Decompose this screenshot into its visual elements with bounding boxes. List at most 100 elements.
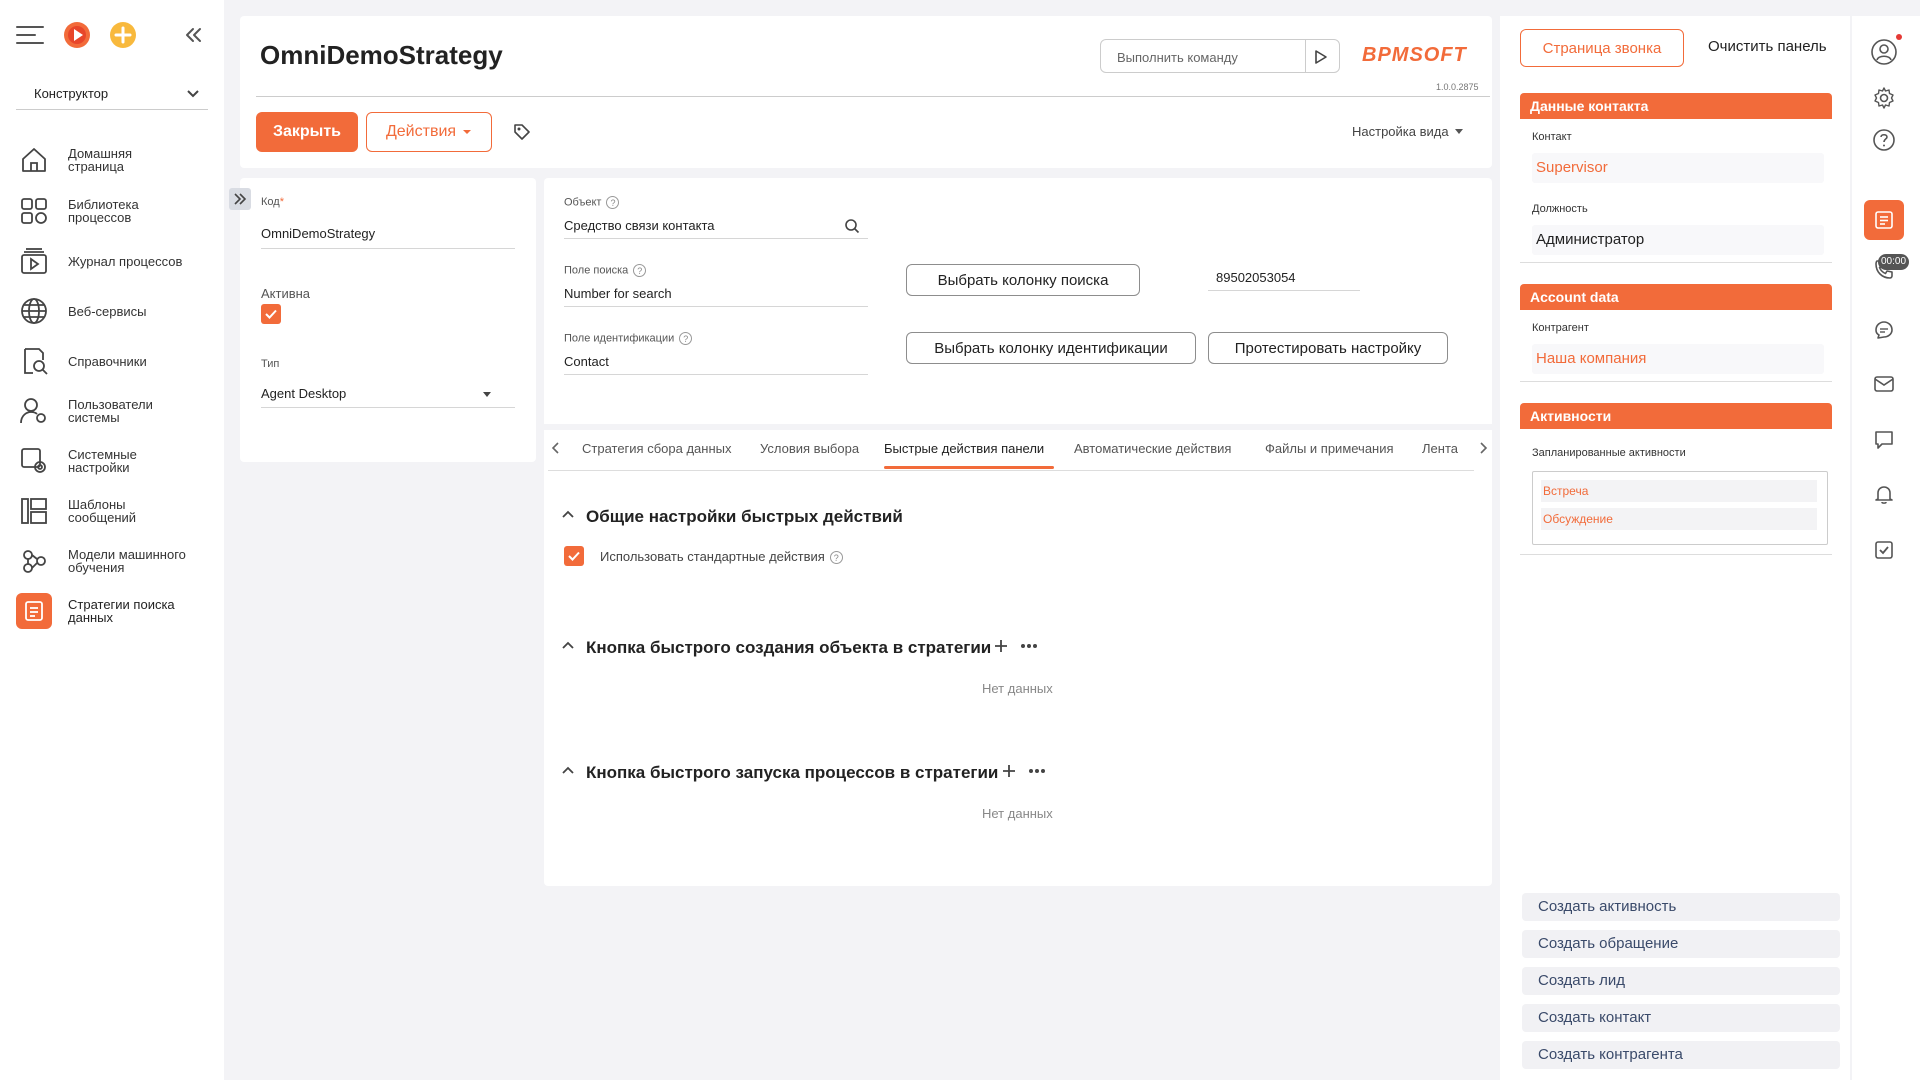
activity-item[interactable]: Встреча: [1541, 480, 1817, 502]
globe-icon: [16, 293, 52, 329]
comment-icon[interactable]: [1864, 420, 1904, 460]
tab-panel-quick-actions[interactable]: Быстрые действия панели: [884, 441, 1044, 456]
help-circle-icon[interactable]: [1864, 120, 1904, 160]
nav-item-ml-models[interactable]: Модели машинного обучения: [16, 539, 216, 583]
run-process-icon[interactable]: [63, 21, 91, 49]
more-options-icon[interactable]: [1028, 768, 1046, 774]
collapse-section-icon[interactable]: [562, 641, 574, 649]
nav-item-templates[interactable]: Шаблоны сообщений: [16, 489, 216, 533]
gear-icon[interactable]: [1864, 78, 1904, 118]
add-icon[interactable]: [109, 21, 137, 49]
search-icon[interactable]: [844, 218, 860, 234]
bell-icon[interactable]: [1864, 474, 1904, 514]
nav-item-system-settings[interactable]: Системные настройки: [16, 439, 216, 483]
nav-item-web-services[interactable]: Веб-сервисы: [16, 289, 216, 333]
actions-button[interactable]: Действия: [366, 112, 492, 152]
play-icon[interactable]: [1313, 49, 1329, 65]
choose-search-column-button[interactable]: Выбрать колонку поиска: [906, 264, 1140, 296]
tab-feed[interactable]: Лента: [1422, 441, 1458, 456]
create-contact-button[interactable]: Создать контакт: [1522, 1004, 1840, 1032]
nav-item-process-library[interactable]: Библиотека процессов: [16, 189, 216, 233]
search-field-label-text: Поле поиска: [564, 264, 629, 277]
account-field[interactable]: Наша компания: [1532, 344, 1824, 374]
nav-label-2: обучения: [68, 560, 125, 575]
contact-value[interactable]: Supervisor: [1536, 159, 1608, 176]
help-icon[interactable]: ?: [829, 551, 843, 565]
collapse-section-icon[interactable]: [562, 766, 574, 774]
account-data-box: Контрагент Наша компания: [1520, 310, 1832, 382]
activity-item[interactable]: Обсуждение: [1541, 508, 1817, 530]
add-icon[interactable]: [993, 638, 1009, 654]
create-activity-button[interactable]: Создать активность: [1522, 893, 1840, 921]
create-case-button[interactable]: Создать обращение: [1522, 930, 1840, 958]
field-underline: [564, 374, 868, 375]
test-settings-button[interactable]: Протестировать настройку: [1208, 332, 1448, 364]
call-page-button[interactable]: Страница звонка: [1520, 29, 1684, 67]
communication-panel-icon[interactable]: [1864, 200, 1904, 240]
more-options-icon[interactable]: [1020, 643, 1038, 649]
divider: [256, 96, 1490, 97]
tabs-scroll-right-icon[interactable]: [1478, 441, 1488, 455]
chat-icon[interactable]: [1864, 310, 1904, 350]
tab-data-collection[interactable]: Стратегия сбора данных: [582, 441, 731, 456]
create-account-button[interactable]: Создать контрагента: [1522, 1041, 1840, 1069]
call-timer: 00:00: [1878, 254, 1910, 270]
command-line[interactable]: Выполнить команду: [1100, 39, 1340, 73]
users-icon: [16, 393, 52, 429]
phone-value[interactable]: 89502053054: [1216, 270, 1296, 285]
account-label: Контрагент: [1532, 322, 1589, 334]
expand-panel-icon[interactable]: [229, 188, 251, 210]
create-lead-button[interactable]: Создать лид: [1522, 967, 1840, 995]
clear-panel-button[interactable]: Очистить панель: [1708, 38, 1827, 55]
help-icon[interactable]: ?: [633, 264, 647, 277]
nav-label: Веб-сервисы: [68, 303, 147, 319]
id-field[interactable]: Contact: [564, 354, 609, 369]
add-icon[interactable]: [1001, 763, 1017, 779]
nav-item-home[interactable]: Домашняя страница: [16, 138, 216, 182]
contact-field[interactable]: Supervisor: [1532, 153, 1824, 183]
account-value[interactable]: Наша компания: [1536, 350, 1646, 367]
search-strategies-icon: [16, 593, 52, 629]
command-input[interactable]: Выполнить команду: [1117, 50, 1238, 65]
divider: [548, 470, 1474, 471]
type-dropdown[interactable]: Agent Desktop: [261, 382, 515, 408]
field-underline: [564, 306, 868, 307]
checkmark-icon: [568, 551, 580, 561]
workplace-dropdown-label: Конструктор: [34, 86, 109, 101]
close-button[interactable]: Закрыть: [256, 112, 358, 152]
active-checkbox[interactable]: [261, 304, 281, 324]
collapse-section-icon[interactable]: [562, 510, 574, 518]
nav-item-process-log[interactable]: Журнал процессов: [16, 239, 216, 283]
nav-item-search-strategies[interactable]: Стратегии поиска данных: [16, 589, 216, 633]
left-sidebar: Конструктор Домашняя страница Библиотека п…: [0, 0, 224, 1080]
divider: [544, 424, 1492, 430]
view-settings-dropdown[interactable]: Настройка вида: [1352, 124, 1463, 139]
field-underline: [564, 238, 868, 239]
use-standard-checkbox[interactable]: [564, 546, 584, 566]
tab-selection-conditions[interactable]: Условия выбора: [760, 441, 859, 456]
collapse-menu-icon[interactable]: [184, 26, 202, 44]
help-icon[interactable]: ?: [606, 196, 620, 209]
position-field[interactable]: Администратор: [1532, 225, 1824, 255]
section-title-general: Общие настройки быстрых действий: [586, 507, 903, 526]
code-field[interactable]: OmniDemoStrategy: [261, 226, 375, 241]
object-field[interactable]: Средство связи контакта: [564, 218, 715, 233]
position-value: Администратор: [1536, 231, 1645, 248]
search-field[interactable]: Number for search: [564, 286, 672, 301]
tag-icon[interactable]: [512, 122, 532, 142]
nav-item-users[interactable]: Пользователи системы: [16, 389, 216, 433]
email-icon[interactable]: [1864, 364, 1904, 404]
empty-state-text: Нет данных: [982, 806, 1053, 821]
tabs-scroll-left-icon[interactable]: [551, 441, 561, 455]
section-title-create-object: Кнопка быстрого создания объекта в страт…: [586, 638, 992, 657]
tab-files-notes[interactable]: Файлы и примечания: [1265, 441, 1394, 456]
activities-list: Встреча Обсуждение: [1532, 471, 1828, 545]
choose-id-column-button[interactable]: Выбрать колонку идентификации: [906, 332, 1196, 364]
tab-automatic-actions[interactable]: Автоматические действия: [1074, 441, 1231, 456]
hamburger-menu-icon[interactable]: [16, 24, 44, 46]
workplace-dropdown[interactable]: Конструктор: [16, 78, 208, 110]
version: 1.0.0.2875: [1436, 82, 1479, 92]
tasks-icon[interactable]: [1864, 530, 1904, 570]
help-icon[interactable]: ?: [679, 332, 693, 345]
nav-item-lookups[interactable]: Справочники: [16, 339, 216, 383]
